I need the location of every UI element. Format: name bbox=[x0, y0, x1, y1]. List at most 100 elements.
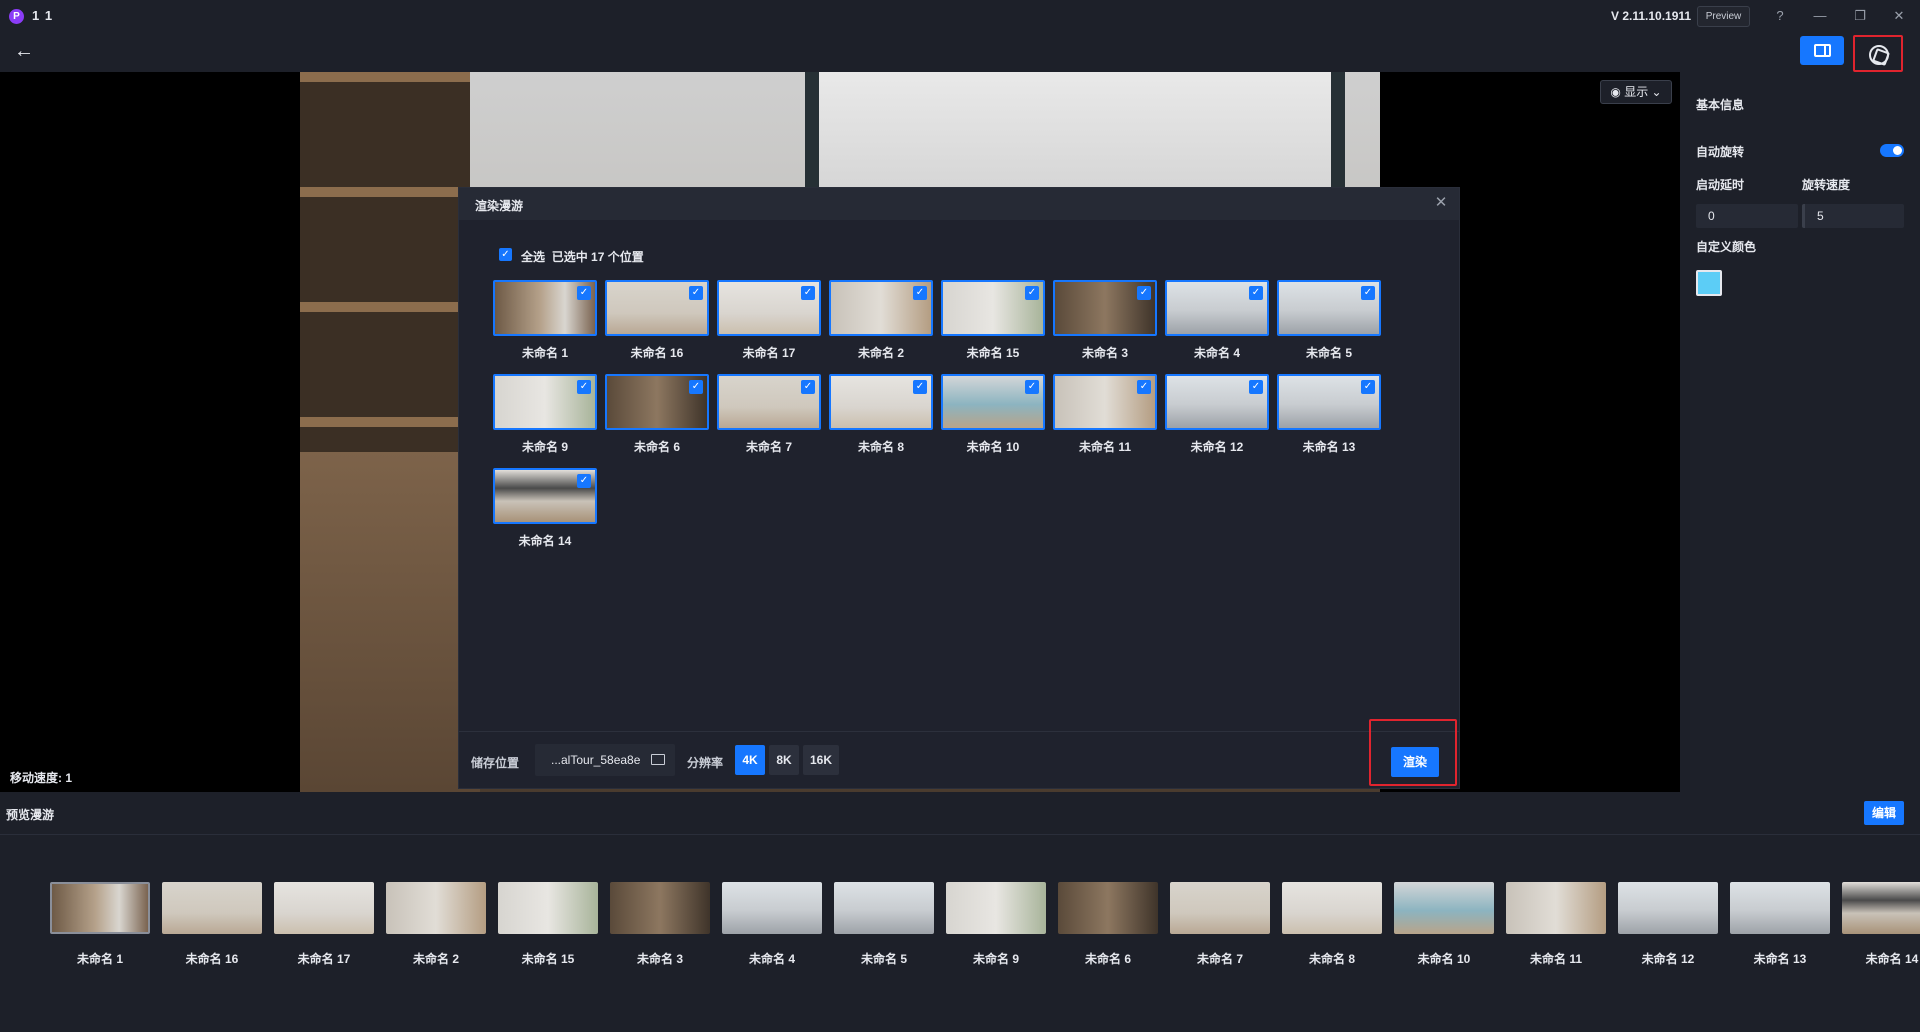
strip-item[interactable]: 未命名 8 bbox=[1282, 882, 1382, 972]
location-card[interactable]: ✓ 未命名 12 bbox=[1165, 374, 1269, 464]
strip-item[interactable]: 未命名 1 bbox=[50, 882, 150, 972]
location-checkbox-icon[interactable]: ✓ bbox=[689, 380, 703, 394]
location-checkbox-icon[interactable]: ✓ bbox=[1025, 286, 1039, 300]
strip-thumbnail[interactable] bbox=[1618, 882, 1718, 934]
location-checkbox-icon[interactable]: ✓ bbox=[689, 286, 703, 300]
location-checkbox-icon[interactable]: ✓ bbox=[1249, 286, 1263, 300]
strip-thumbnail[interactable] bbox=[946, 882, 1046, 934]
location-thumbnail[interactable]: ✓ bbox=[493, 374, 597, 430]
strip-thumbnail[interactable] bbox=[1170, 882, 1270, 934]
strip-item[interactable]: 未命名 9 bbox=[946, 882, 1046, 972]
location-thumbnail[interactable]: ✓ bbox=[941, 374, 1045, 430]
location-checkbox-icon[interactable]: ✓ bbox=[913, 380, 927, 394]
location-thumbnail[interactable]: ✓ bbox=[717, 280, 821, 336]
location-card[interactable]: ✓ 未命名 11 bbox=[1053, 374, 1157, 464]
strip-item[interactable]: 未命名 12 bbox=[1618, 882, 1718, 972]
strip-thumbnail[interactable] bbox=[1058, 882, 1158, 934]
location-card[interactable]: ✓ 未命名 7 bbox=[717, 374, 821, 464]
location-thumbnail[interactable]: ✓ bbox=[1165, 374, 1269, 430]
strip-thumbnail[interactable] bbox=[1842, 882, 1920, 934]
location-thumbnail[interactable]: ✓ bbox=[717, 374, 821, 430]
strip-thumbnail[interactable] bbox=[1394, 882, 1494, 934]
color-swatch[interactable] bbox=[1696, 270, 1722, 296]
location-card[interactable]: ✓ 未命名 3 bbox=[1053, 280, 1157, 370]
location-card[interactable]: ✓ 未命名 10 bbox=[941, 374, 1045, 464]
location-thumbnail[interactable]: ✓ bbox=[493, 280, 597, 336]
strip-item[interactable]: 未命名 3 bbox=[610, 882, 710, 972]
strip-thumbnail[interactable] bbox=[722, 882, 822, 934]
strip-item[interactable]: 未命名 4 bbox=[722, 882, 822, 972]
rotate-speed-input[interactable]: 5 bbox=[1802, 204, 1904, 228]
location-checkbox-icon[interactable]: ✓ bbox=[1361, 286, 1375, 300]
strip-item[interactable]: 未命名 16 bbox=[162, 882, 262, 972]
resolution-16k-button[interactable]: 16K bbox=[803, 745, 839, 775]
strip-item[interactable]: 未命名 11 bbox=[1506, 882, 1606, 972]
auto-rotate-toggle[interactable] bbox=[1880, 144, 1904, 157]
location-checkbox-icon[interactable]: ✓ bbox=[577, 380, 591, 394]
strip-thumbnail[interactable] bbox=[50, 882, 150, 934]
location-checkbox-icon[interactable]: ✓ bbox=[801, 286, 815, 300]
location-thumbnail[interactable]: ✓ bbox=[605, 280, 709, 336]
location-checkbox-icon[interactable]: ✓ bbox=[577, 286, 591, 300]
dialog-close-icon[interactable]: ✕ bbox=[1431, 193, 1451, 213]
location-card[interactable]: ✓ 未命名 8 bbox=[829, 374, 933, 464]
location-thumbnail[interactable]: ✓ bbox=[605, 374, 709, 430]
render-button[interactable]: 渲染 bbox=[1391, 747, 1439, 777]
location-thumbnail[interactable]: ✓ bbox=[829, 280, 933, 336]
strip-item[interactable]: 未命名 5 bbox=[834, 882, 934, 972]
location-checkbox-icon[interactable]: ✓ bbox=[801, 380, 815, 394]
help-icon[interactable]: ? bbox=[1770, 6, 1790, 26]
location-checkbox-icon[interactable]: ✓ bbox=[1137, 380, 1151, 394]
location-card[interactable]: ✓ 未命名 4 bbox=[1165, 280, 1269, 370]
strip-item[interactable]: 未命名 13 bbox=[1730, 882, 1830, 972]
location-thumbnail[interactable]: ✓ bbox=[1277, 280, 1381, 336]
strip-thumbnail[interactable] bbox=[498, 882, 598, 934]
location-thumbnail[interactable]: ✓ bbox=[1053, 280, 1157, 336]
location-checkbox-icon[interactable]: ✓ bbox=[1025, 380, 1039, 394]
location-checkbox-icon[interactable]: ✓ bbox=[913, 286, 927, 300]
location-thumbnail[interactable]: ✓ bbox=[493, 468, 597, 524]
location-thumbnail[interactable]: ✓ bbox=[1165, 280, 1269, 336]
strip-thumbnail[interactable] bbox=[1282, 882, 1382, 934]
strip-item[interactable]: 未命名 6 bbox=[1058, 882, 1158, 972]
strip-thumbnail[interactable] bbox=[162, 882, 262, 934]
strip-item[interactable]: 未命名 2 bbox=[386, 882, 486, 972]
resolution-4k-button[interactable]: 4K bbox=[735, 745, 765, 775]
location-card[interactable]: ✓ 未命名 15 bbox=[941, 280, 1045, 370]
window-close-icon[interactable]: ✕ bbox=[1889, 6, 1909, 26]
back-arrow-icon[interactable]: ← bbox=[12, 40, 36, 64]
start-delay-input[interactable]: 0 bbox=[1696, 204, 1798, 228]
location-card[interactable]: ✓ 未命名 17 bbox=[717, 280, 821, 370]
strip-item[interactable]: 未命名 10 bbox=[1394, 882, 1494, 972]
panel-layout-button[interactable] bbox=[1800, 36, 1844, 65]
location-card[interactable]: ✓ 未命名 1 bbox=[493, 280, 597, 370]
location-card[interactable]: ✓ 未命名 2 bbox=[829, 280, 933, 370]
location-checkbox-icon[interactable]: ✓ bbox=[1249, 380, 1263, 394]
strip-item[interactable]: 未命名 7 bbox=[1170, 882, 1270, 972]
preview-button[interactable]: Preview bbox=[1697, 6, 1750, 27]
strip-thumbnail[interactable] bbox=[1730, 882, 1830, 934]
location-checkbox-icon[interactable]: ✓ bbox=[1137, 286, 1151, 300]
strip-thumbnail[interactable] bbox=[834, 882, 934, 934]
location-card[interactable]: ✓ 未命名 14 bbox=[493, 468, 597, 558]
storage-path-field[interactable]: ...alTour_58ea8e bbox=[535, 744, 675, 776]
resolution-8k-button[interactable]: 8K bbox=[769, 745, 799, 775]
location-thumbnail[interactable]: ✓ bbox=[1053, 374, 1157, 430]
location-card[interactable]: ✓ 未命名 13 bbox=[1277, 374, 1381, 464]
display-dropdown[interactable]: ◉ 显示 ⌄ bbox=[1600, 80, 1672, 104]
edit-button[interactable]: 编辑 bbox=[1864, 801, 1904, 825]
strip-thumbnail[interactable] bbox=[386, 882, 486, 934]
strip-item[interactable]: 未命名 14 bbox=[1842, 882, 1920, 972]
restore-icon[interactable]: ❐ bbox=[1850, 6, 1870, 26]
render-settings-button[interactable] bbox=[1853, 35, 1903, 72]
location-checkbox-icon[interactable]: ✓ bbox=[1361, 380, 1375, 394]
location-card[interactable]: ✓ 未命名 5 bbox=[1277, 280, 1381, 370]
location-card[interactable]: ✓ 未命名 6 bbox=[605, 374, 709, 464]
strip-thumbnail[interactable] bbox=[274, 882, 374, 934]
location-checkbox-icon[interactable]: ✓ bbox=[577, 474, 591, 488]
location-thumbnail[interactable]: ✓ bbox=[1277, 374, 1381, 430]
strip-item[interactable]: 未命名 15 bbox=[498, 882, 598, 972]
location-thumbnail[interactable]: ✓ bbox=[941, 280, 1045, 336]
location-thumbnail[interactable]: ✓ bbox=[829, 374, 933, 430]
strip-item[interactable]: 未命名 17 bbox=[274, 882, 374, 972]
